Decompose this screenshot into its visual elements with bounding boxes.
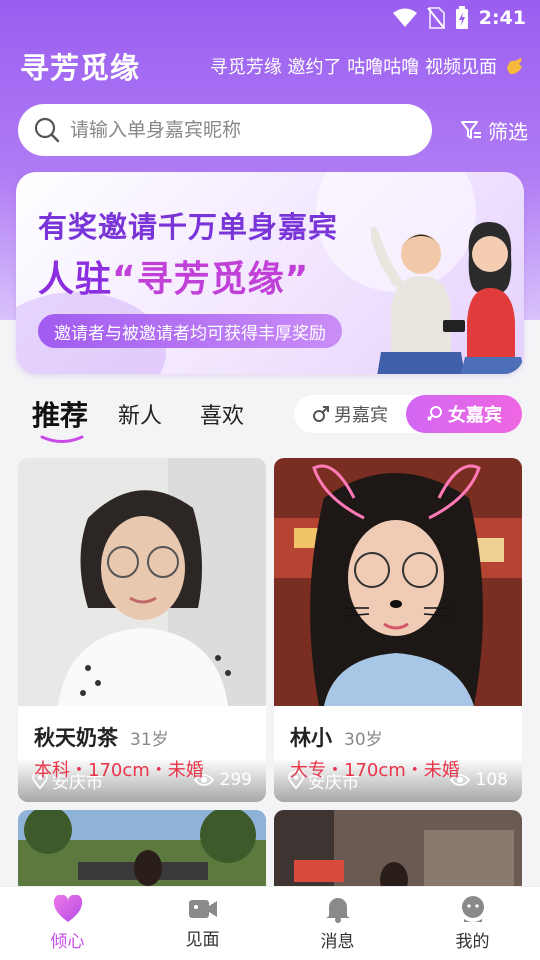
filter-icon <box>461 121 481 139</box>
bottom-navigation: 倾心 见面 消息 我的 <box>0 886 540 960</box>
gender-toggle: 男嘉宾 女嘉宾 <box>294 395 522 433</box>
bell-icon <box>325 898 350 923</box>
tab-like[interactable]: 喜欢 <box>200 398 244 430</box>
nav-label: 倾心 <box>50 932 85 952</box>
tab-like-label: 喜欢 <box>200 404 245 429</box>
search-row: 筛选 <box>18 104 528 156</box>
promo-banner[interactable]: 有奖邀请千万单身嘉宾 人驻“寻芳觅缘” 邀请者与被邀请者均可获得丰厚奖励 <box>16 172 524 374</box>
tab-active-indicator <box>40 435 84 443</box>
nav-item-messages[interactable]: 消息 <box>270 887 405 960</box>
view-count-text: 108 <box>475 770 508 790</box>
card-name-row: 秋天奶茶 31岁 <box>34 722 169 752</box>
nav-item-heart[interactable]: 倾心 <box>0 887 135 960</box>
banner-subheadline: 人驻“寻芳觅缘” <box>38 250 309 302</box>
profile-info: 本科・170cm・未婚 <box>34 760 204 781</box>
profile-card[interactable]: 安庆市 299 秋天奶茶 31岁 本科・170cm・未婚 <box>18 458 266 802</box>
profile-age: 31岁 <box>130 730 169 750</box>
tab-new[interactable]: 新人 <box>118 398 162 430</box>
profile-photo <box>18 810 266 890</box>
profile-name: 林小 <box>290 726 332 750</box>
profile-card-partial[interactable] <box>18 810 266 890</box>
nav-item-meet[interactable]: 见面 <box>135 887 270 960</box>
video-icon <box>188 900 217 918</box>
profile-photo <box>274 810 522 890</box>
no-sim-icon <box>426 7 445 29</box>
profile-photo <box>18 458 266 706</box>
wave-hand-icon <box>507 58 522 75</box>
search-box[interactable] <box>18 104 432 156</box>
filter-label: 筛选 <box>488 119 528 144</box>
notice-text: 寻觅芳缘 邀约了 咕噜咕噜 视频见面 <box>209 57 497 78</box>
status-time: 2:41 <box>478 7 526 29</box>
app-title: 寻芳觅缘 <box>20 51 141 85</box>
nav-label: 见面 <box>185 930 220 950</box>
view-count-text: 299 <box>219 770 252 790</box>
banner-headline: 有奖邀请千万单身嘉宾 <box>38 210 339 244</box>
notice-marquee[interactable]: 寻觅芳缘 邀约了 咕噜咕噜 视频见面 <box>210 53 525 79</box>
female-symbol-icon <box>427 406 442 421</box>
profile-card[interactable]: 安庆市 108 林小 30岁 大专・170cm・未婚 <box>274 458 522 802</box>
banner-line2-prefix: 人驻 <box>38 259 113 300</box>
profile-card-partial[interactable] <box>274 810 522 890</box>
nav-item-profile[interactable]: 我的 <box>405 887 540 960</box>
tab-recommend[interactable]: 推荐 <box>32 394 89 443</box>
battery-charging-icon <box>455 6 468 29</box>
profile-info: 大专・170cm・未婚 <box>290 760 460 781</box>
profile-photo <box>274 458 522 706</box>
filter-button[interactable]: 筛选 <box>460 116 528 145</box>
nav-label: 我的 <box>455 932 490 952</box>
search-input[interactable] <box>70 119 390 141</box>
status-bar: 2:41 <box>0 0 540 36</box>
banner-subtitle-pill: 邀请者与被邀请者均可获得丰厚奖励 <box>38 314 342 348</box>
profile-icon <box>461 896 484 922</box>
female-guest-label: 女嘉宾 <box>448 405 502 426</box>
card-name-row: 林小 30岁 <box>290 722 383 752</box>
tab-new-label: 新人 <box>118 404 163 429</box>
wifi-icon <box>392 8 417 27</box>
male-guest-label: 男嘉宾 <box>334 405 388 426</box>
banner-line2-highlight: “寻芳觅缘” <box>112 259 310 300</box>
nav-label: 消息 <box>320 932 355 952</box>
male-symbol-icon <box>313 406 329 422</box>
couple-illustration <box>371 222 524 374</box>
header: 寻芳觅缘 寻觅芳缘 邀约了 咕噜咕噜 视频见面 <box>20 46 525 86</box>
profile-age: 30岁 <box>344 730 383 750</box>
heart-icon <box>53 895 82 922</box>
female-guest-button[interactable]: 女嘉宾 <box>406 395 522 433</box>
search-icon <box>34 117 60 143</box>
tab-recommend-label: 推荐 <box>32 399 89 432</box>
tabs-row: 推荐 新人 喜欢 男嘉宾 女嘉宾 <box>0 388 540 443</box>
profile-name: 秋天奶茶 <box>34 726 118 750</box>
male-guest-button[interactable]: 男嘉宾 <box>294 395 406 433</box>
